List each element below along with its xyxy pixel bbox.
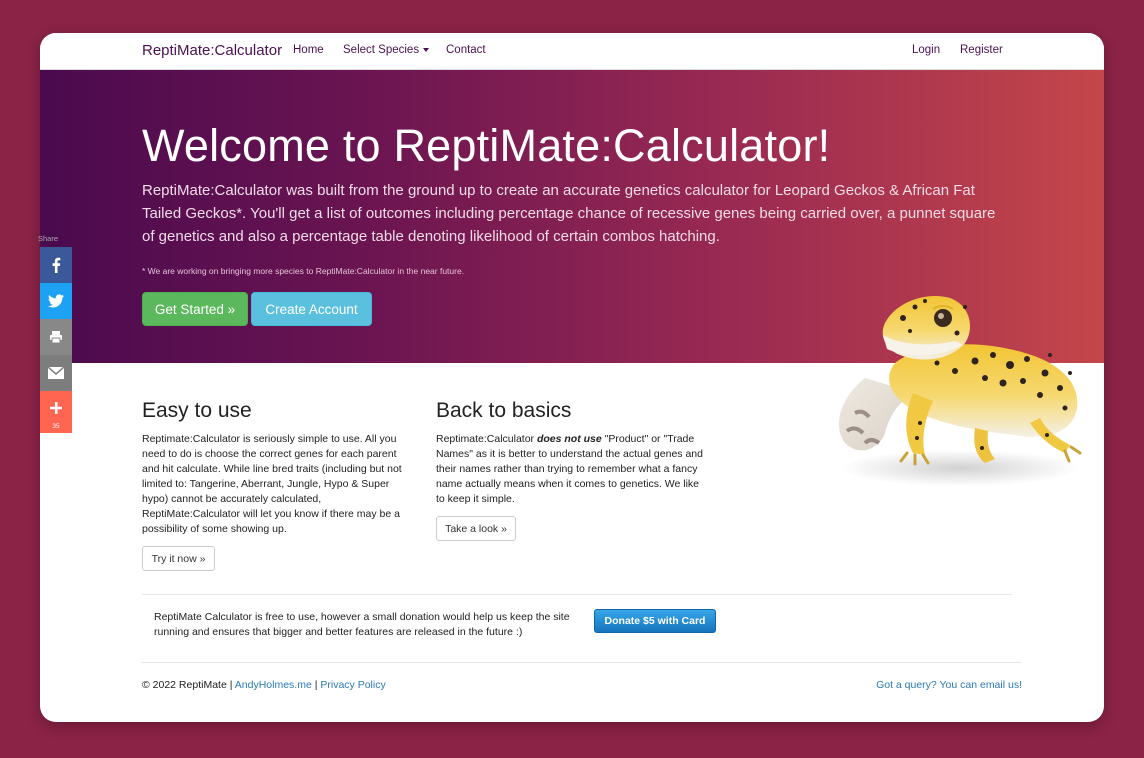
hero-lead: ReptiMate:Calculator was built from the … (142, 182, 996, 245)
email-us-link[interactable]: Got a query? You can email us! (876, 679, 1022, 691)
copyright-text: © 2022 ReptiMate | (142, 679, 235, 691)
take-a-look-button[interactable]: Take a look » (436, 516, 516, 541)
leopard-gecko-image (838, 295, 1082, 486)
easy-heading: Easy to use (142, 399, 252, 422)
get-started-button[interactable]: Get Started » (142, 292, 248, 326)
twitter-icon (48, 294, 64, 308)
nav-register[interactable]: Register (960, 44, 1003, 56)
divider (142, 594, 1012, 595)
share-count: 35 (52, 423, 60, 430)
donate-text: ReptiMate Calculator is free to use, how… (154, 611, 570, 638)
email-icon (48, 367, 64, 379)
divider (142, 662, 1022, 663)
facebook-icon (52, 257, 61, 273)
basics-body: Reptimate:Calculator does not use "Produ… (436, 432, 706, 507)
create-account-button[interactable]: Create Account (251, 292, 372, 326)
privacy-policy-link[interactable]: Privacy Policy (320, 679, 385, 691)
nav-select-species-label: Select Species (343, 44, 420, 56)
share-email-button[interactable] (40, 355, 72, 391)
hero-note: * We are working on bringing more specie… (142, 266, 465, 276)
browser-window: ReptiMate:Calculator Home Select Species… (40, 33, 1104, 722)
donate-button[interactable]: Donate $5 with Card (594, 609, 716, 633)
caret-down-icon (423, 47, 430, 52)
easy-body: Reptimate:Calculator is seriously simple… (142, 433, 402, 535)
share-twitter-button[interactable] (40, 283, 72, 319)
basics-heading: Back to basics (436, 399, 572, 422)
share-print-button[interactable] (40, 319, 72, 355)
nav-login[interactable]: Login (912, 44, 940, 56)
basics-body-emphasis: does not use (536, 433, 602, 445)
try-it-now-button[interactable]: Try it now » (142, 546, 215, 571)
nav-contact[interactable]: Contact (446, 44, 486, 56)
nav-home[interactable]: Home (293, 44, 324, 56)
navbar: ReptiMate:Calculator Home Select Species… (40, 33, 1104, 70)
share-facebook-button[interactable] (40, 247, 72, 283)
plus-icon (50, 402, 62, 414)
brand-logo[interactable]: ReptiMate:Calculator (142, 42, 282, 59)
andyholmes-link[interactable]: AndyHolmes.me (235, 679, 312, 691)
hero-title: Welcome to ReptiMate:Calculator! (142, 120, 831, 171)
nav-select-species[interactable]: Select Species (343, 44, 430, 56)
footer-copyright: © 2022 ReptiMate | AndyHolmes.me | Priva… (142, 679, 386, 691)
print-icon (50, 331, 62, 344)
basics-body-start: Reptimate:Calculator (436, 433, 537, 445)
share-label: Share (38, 234, 59, 243)
